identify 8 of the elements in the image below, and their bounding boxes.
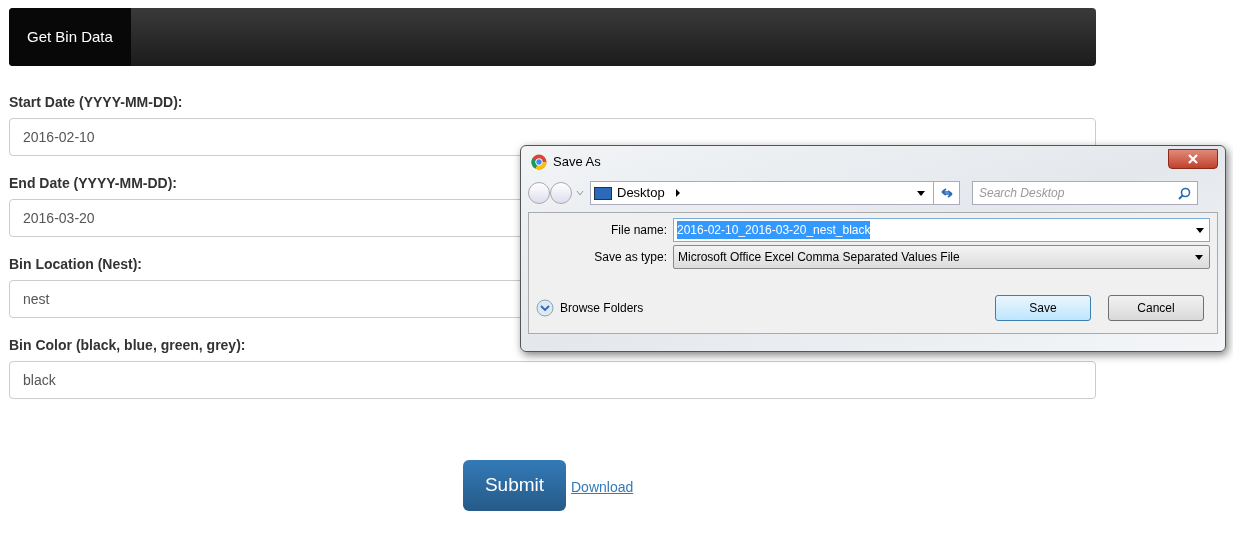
location-text: Desktop xyxy=(617,184,665,203)
dialog-title: Save As xyxy=(553,153,601,172)
field-label: Start Date (YYYY-MM-DD): xyxy=(9,93,183,110)
field-label: Bin Color (black, blue, green, grey): xyxy=(9,336,246,353)
file-name-label: File name: xyxy=(609,222,667,239)
field-label: End Date (YYYY-MM-DD): xyxy=(9,174,177,191)
field-label: Bin Location (Nest): xyxy=(9,255,142,272)
save-type-label: Save as type: xyxy=(593,249,667,266)
